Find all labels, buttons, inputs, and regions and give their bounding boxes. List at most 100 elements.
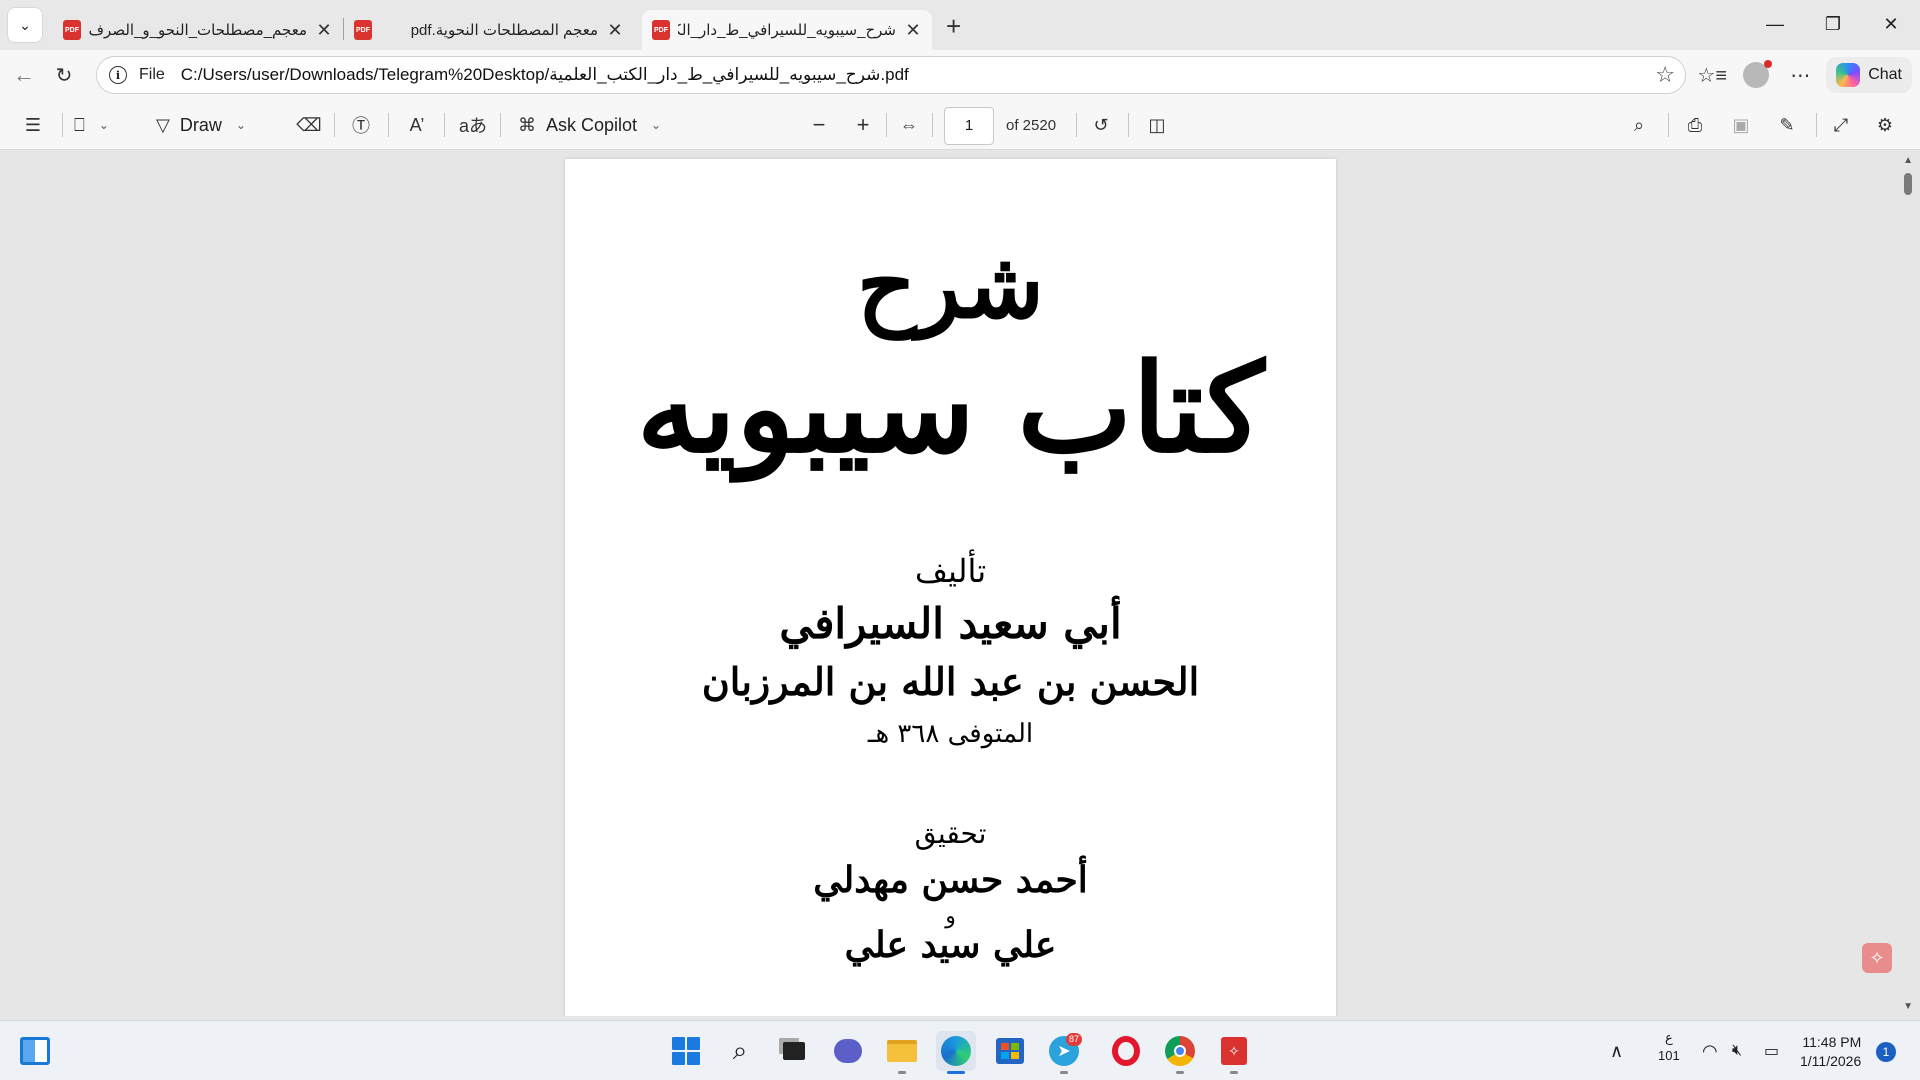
favorite-star-icon[interactable]: ☆ [1655, 62, 1675, 88]
tab-list-button[interactable]: ⌄ [7, 7, 43, 43]
book-title-line1: شرح [856, 231, 1045, 339]
draw-button[interactable]: ▽ Draw ⌄ [156, 107, 246, 143]
settings-gear-icon[interactable]: ⚙ [1870, 107, 1900, 143]
scheme-label: File [139, 66, 165, 83]
copilot-icon [1836, 63, 1861, 87]
page-view-icon[interactable]: ◫ [1142, 107, 1172, 143]
notification-badge[interactable]: 1 [1876, 1042, 1896, 1062]
book-title-line2: كتاب سيبويه [636, 336, 1265, 480]
tab-title: معجم المصطلحات النحوية.pdf [410, 22, 598, 39]
edge-browser-icon[interactable] [936, 1031, 976, 1074]
edited-by-label: تحقيق [914, 817, 987, 850]
tab-2[interactable]: PDF معجم المصطلحات النحوية.pdf ✕ [344, 10, 634, 50]
eraser-icon[interactable]: ⌫ [294, 107, 324, 143]
url-text[interactable]: C:/Users/user/Downloads/Telegram%20Deskt… [181, 65, 909, 85]
page-number-input[interactable]: 1 [944, 107, 994, 145]
restore-icon[interactable]: ❐ [1804, 0, 1862, 48]
back-arrow-icon[interactable]: ← [6, 57, 42, 93]
chrome-icon[interactable] [1160, 1031, 1200, 1074]
editor-2: علي سيد علي [844, 924, 1057, 966]
avatar [1743, 60, 1773, 88]
close-window-icon[interactable]: ✕ [1862, 0, 1920, 48]
store-icon[interactable] [990, 1031, 1030, 1071]
close-icon[interactable]: ✕ [315, 20, 333, 41]
new-tab-button[interactable]: + [946, 11, 961, 42]
profile-button[interactable] [1734, 53, 1778, 97]
toolbar-separator [334, 113, 335, 137]
contents-list-icon[interactable]: ☰ [18, 107, 48, 143]
input-language-indicator[interactable]: ع 101 [1658, 1029, 1680, 1065]
refresh-icon[interactable]: ↻ [46, 57, 82, 93]
copilot-chat-button[interactable]: Chat [1826, 57, 1912, 93]
fullscreen-icon[interactable]: ⤢ [1826, 107, 1856, 143]
scroll-down-arrow-icon[interactable]: ▼ [1903, 1001, 1913, 1012]
task-view-icon[interactable] [774, 1031, 814, 1071]
telegram-icon[interactable]: ➤ 87 [1044, 1031, 1084, 1074]
running-indicator [898, 1071, 906, 1074]
tab-1[interactable]: PDF معجم_مصطلحات_النحو_و_الصرف_و... ✕ [53, 10, 343, 50]
chevron-down-icon: ⌄ [235, 118, 246, 132]
fit-to-width-icon[interactable]: ⇔ [894, 107, 924, 143]
browser-actions: ☆≡ ⋯ Chat [1690, 50, 1920, 100]
page-total-label: of 2520 [1006, 117, 1057, 134]
acrobat-icon[interactable]: ✧ [1862, 943, 1892, 973]
file-explorer-icon[interactable] [882, 1031, 922, 1074]
zoom-out-icon[interactable]: − [804, 107, 834, 143]
more-options-icon[interactable]: ⋯ [1778, 53, 1822, 97]
authored-by-label: تأليف [914, 552, 987, 590]
pdf-page: شرح كتاب سيبويه تأليف أبي سعيد السيرافي … [565, 159, 1336, 1016]
address-row: ← ↻ i File C:/Users/user/Downloads/Teleg… [0, 50, 1920, 100]
vertical-scrollbar[interactable]: ▲ ▼ [1900, 151, 1916, 1016]
toolbar-separator [62, 113, 63, 137]
death-year: المتوفى ٣٦٨ هـ [867, 719, 1034, 749]
teams-chat-icon[interactable] [828, 1031, 868, 1071]
wifi-icon[interactable]: ◠ [1702, 1021, 1718, 1080]
zoom-in-icon[interactable]: + [848, 107, 878, 143]
language-code: 101 [1658, 1048, 1680, 1063]
opera-icon[interactable] [1106, 1031, 1146, 1071]
highlight-button[interactable]: ⎕ ⌄ [74, 107, 109, 143]
close-icon[interactable]: ✕ [606, 20, 624, 41]
search-icon[interactable]: ⌕ [1624, 107, 1654, 143]
toolbar-separator [500, 113, 501, 137]
show-hidden-icons-chevron-icon[interactable]: ∧ [1610, 1021, 1623, 1080]
toolbar-separator [444, 113, 445, 137]
ask-copilot-button[interactable]: ⌘ Ask Copilot ⌄ [518, 107, 661, 143]
editor-1: أحمد حسن مهدلي [813, 859, 1088, 901]
scroll-up-arrow-icon[interactable]: ▲ [1903, 155, 1913, 166]
scrollbar-thumb[interactable] [1904, 173, 1912, 195]
copilot-outline-icon: ⌘ [518, 114, 536, 135]
rotate-icon[interactable]: ↺ [1086, 107, 1116, 143]
favorites-icon[interactable]: ☆≡ [1690, 53, 1734, 97]
info-icon[interactable]: i [109, 66, 127, 84]
volume-muted-icon[interactable]: 🔇︎ [1732, 1021, 1742, 1080]
battery-icon[interactable]: ▭ [1764, 1021, 1779, 1080]
toolbar-separator [1076, 113, 1077, 137]
save-as-icon[interactable]: ✎ [1772, 107, 1802, 143]
read-aloud-icon[interactable]: A’ [402, 107, 432, 143]
running-indicator [1060, 1071, 1068, 1074]
widgets-icon[interactable] [20, 1037, 50, 1065]
pdf-viewer[interactable]: شرح كتاب سيبويه تأليف أبي سعيد السيرافي … [4, 151, 1916, 1016]
highlighter-icon: ⎕ [74, 114, 85, 135]
ask-copilot-label: Ask Copilot [546, 114, 638, 135]
save-icon[interactable]: ▣ [1726, 107, 1756, 143]
print-icon[interactable]: ⎙ [1680, 107, 1710, 143]
search-taskbar-icon[interactable]: ⌕ [720, 1031, 760, 1071]
address-bar[interactable]: i File C:/Users/user/Downloads/Telegram%… [96, 56, 1686, 94]
tab-title: شرح_سيبويه_للسيرافي_ط_دار_الكتب... [678, 22, 896, 39]
minimize-icon[interactable]: — [1746, 0, 1804, 48]
pdf-file-icon: PDF [63, 20, 81, 40]
tab-3-active[interactable]: PDF شرح_سيبويه_للسيرافي_ط_دار_الكتب... ✕ [642, 10, 932, 50]
translate-icon[interactable]: aあ [458, 107, 488, 143]
pdf-reader-icon[interactable]: ✧ [1214, 1031, 1254, 1074]
close-icon[interactable]: ✕ [904, 20, 922, 41]
tab-strip: ⌄ PDF معجم_مصطلحات_النحو_و_الصرف_و... ✕ … [0, 0, 1920, 50]
system-clock[interactable]: 11:48 PM 1/11/2026 [1800, 1033, 1861, 1071]
start-button[interactable] [666, 1031, 706, 1071]
pdf-file-icon: PDF [354, 20, 372, 40]
toolbar-separator [1128, 113, 1129, 137]
window-controls: — ❐ ✕ [1746, 0, 1920, 48]
author-kunya: أبي سعيد السيرافي [779, 599, 1122, 648]
add-text-icon[interactable]: Ⓣ [346, 107, 376, 143]
